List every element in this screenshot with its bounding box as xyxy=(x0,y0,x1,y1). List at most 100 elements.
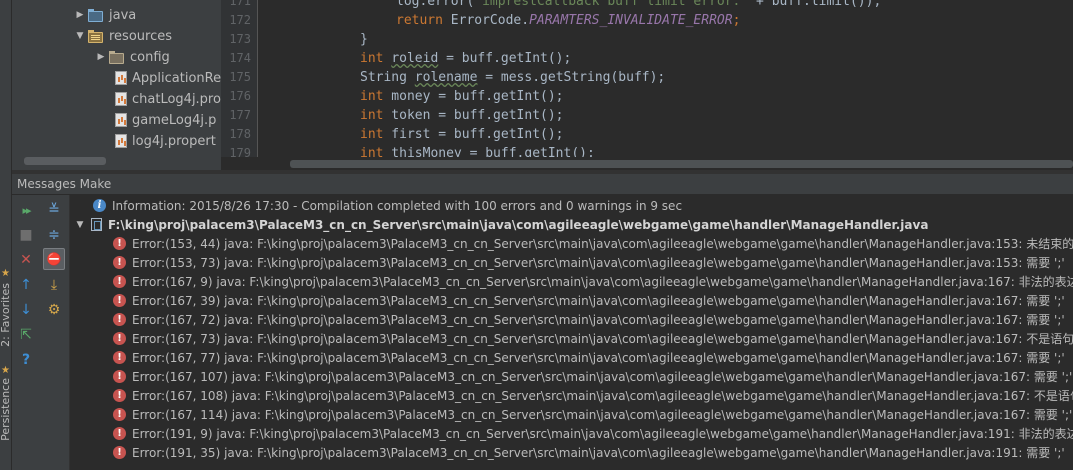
error-message[interactable]: ! Error:(153, 44) java: F:\king\proj\pala… xyxy=(113,234,1073,253)
error-icon: ! xyxy=(113,294,126,307)
folder-icon xyxy=(88,8,104,22)
code-editor[interactable]: log.error("imprestCallback buff limit er… xyxy=(258,0,1073,157)
code-text: + buff.limit()); xyxy=(748,0,882,9)
code-keyword: int xyxy=(360,108,384,123)
error-message[interactable]: ! Error:(167, 107) java: F:\king\proj\pal… xyxy=(113,367,1072,386)
code-constant: PARAMTERS_INVALIDATE_ERROR xyxy=(529,13,733,28)
error-message[interactable]: ! Error:(167, 39) java: F:\king\proj\pala… xyxy=(113,291,1065,310)
code-line: } xyxy=(360,30,368,49)
line-number: 174 xyxy=(229,51,251,65)
expand-all-icon: ≚ xyxy=(48,202,60,218)
error-icon: ! xyxy=(113,370,126,383)
error-message[interactable]: ! Error:(191, 35) java: F:\king\proj\pala… xyxy=(113,443,1065,462)
error-text: Error:(191, 35) java: F:\king\proj\palac… xyxy=(132,446,1065,460)
code-line: int roleid = buff.getInt(); xyxy=(360,49,571,68)
chevron-down-icon[interactable]: ▼ xyxy=(73,220,87,230)
line-number: 171 xyxy=(229,0,251,8)
code-keyword: return xyxy=(396,13,443,28)
expand-all-button[interactable]: ≚ xyxy=(43,199,65,221)
code-text: first = buff.getInt(); xyxy=(383,127,564,142)
error-icon: ! xyxy=(113,237,126,250)
export-icon: ⇱ xyxy=(20,327,32,343)
information-icon: i xyxy=(93,199,106,212)
export-button[interactable]: ⇱ xyxy=(15,324,37,346)
chevron-right-icon[interactable]: ▶ xyxy=(93,52,109,62)
tree-horizontal-scrollbar[interactable] xyxy=(24,157,106,165)
code-text: token = buff.getInt(); xyxy=(383,108,564,123)
tree-item-label: resources xyxy=(109,28,173,44)
tree-item-config[interactable]: ▶ config xyxy=(93,47,170,67)
show-warnings-toggle[interactable]: ⛔ xyxy=(43,248,65,270)
code-variable: rolename xyxy=(414,70,478,85)
info-message[interactable]: i Information: 2015/8/26 17:30 - Compila… xyxy=(93,196,682,215)
next-message-icon: ↓ xyxy=(20,302,32,318)
code-line: int token = buff.getInt(); xyxy=(360,106,564,125)
favorites-star-icon[interactable]: ★ xyxy=(1,268,10,279)
collapse-all-button[interactable]: ≑ xyxy=(43,224,65,246)
error-message[interactable]: ! Error:(167, 73) java: F:\king\proj\pala… xyxy=(113,329,1073,348)
code-text: log.error( xyxy=(396,0,475,9)
error-text: Error:(153, 44) java: F:\king\proj\palac… xyxy=(132,237,1073,251)
code-text: ; xyxy=(732,13,741,28)
error-text: Error:(167, 39) java: F:\king\proj\palac… xyxy=(132,294,1065,308)
error-text: Error:(167, 77) java: F:\king\proj\palac… xyxy=(132,351,1065,365)
error-message[interactable]: ! Error:(167, 108) java: F:\king\proj\pal… xyxy=(113,386,1073,405)
code-keyword: int xyxy=(360,51,384,66)
tree-item-chatlog4j[interactable]: chatLog4j.pro xyxy=(115,89,221,109)
previous-message-button[interactable]: ↑ xyxy=(15,274,37,296)
tree-item-resources[interactable]: ▼ resources xyxy=(72,26,172,46)
persistence-icon[interactable]: ★ xyxy=(1,365,10,376)
resources-folder-icon xyxy=(88,29,104,43)
close-button[interactable]: ✕ xyxy=(15,249,37,271)
error-text: Error:(167, 73) java: F:\king\proj\palac… xyxy=(132,332,1073,346)
chevron-right-icon[interactable]: ▶ xyxy=(72,10,88,20)
error-text: Error:(153, 73) java: F:\king\proj\palac… xyxy=(132,256,1065,270)
line-number: 177 xyxy=(229,108,251,122)
tree-item-gamelog4j[interactable]: gameLog4j.p xyxy=(115,110,216,130)
tree-item-label: gameLog4j.p xyxy=(132,112,217,128)
help-icon: ? xyxy=(21,352,31,368)
line-number: 173 xyxy=(229,32,251,46)
error-icon: ! xyxy=(113,446,126,459)
error-icon: ! xyxy=(113,427,126,440)
tree-item-log4j[interactable]: log4j.propert xyxy=(115,131,216,151)
properties-file-icon xyxy=(115,113,127,127)
file-path: F:\king\proj\palacem3\PalaceM3_cn_cn_Ser… xyxy=(108,217,929,232)
chevron-down-icon[interactable]: ▼ xyxy=(72,31,88,41)
error-message[interactable]: ! Error:(167, 9) java: F:\king\proj\palac… xyxy=(113,272,1073,291)
line-number: 178 xyxy=(229,127,251,141)
messages-list[interactable]: i Information: 2015/8/26 17:30 - Compila… xyxy=(71,195,1073,470)
next-message-button[interactable]: ↓ xyxy=(15,299,37,321)
code-keyword: int xyxy=(360,146,384,157)
code-text: = mess.getString(buff); xyxy=(477,70,666,85)
error-message[interactable]: ! Error:(167, 77) java: F:\king\proj\pala… xyxy=(113,348,1065,367)
autoscroll-icon: ⤓ xyxy=(50,277,58,293)
error-icon: ! xyxy=(113,351,126,364)
error-message[interactable]: ! Error:(167, 72) java: F:\king\proj\pala… xyxy=(113,310,1065,329)
editor-horizontal-scrollbar[interactable] xyxy=(258,157,1073,170)
show-warnings-icon: ⛔ xyxy=(46,252,62,266)
settings-button[interactable]: ⚙ xyxy=(43,299,65,321)
error-message[interactable]: ! Error:(153, 73) java: F:\king\proj\pala… xyxy=(113,253,1065,272)
stop-button[interactable]: ■ xyxy=(15,224,37,246)
error-icon: ! xyxy=(113,275,126,288)
properties-file-icon xyxy=(115,71,127,85)
scrollbar-thumb[interactable] xyxy=(290,160,1073,168)
autoscroll-button[interactable]: ⤓ xyxy=(43,274,65,296)
rerun-button[interactable]: ▸▸ xyxy=(15,199,37,221)
tree-item-application-properties[interactable]: ApplicationRe xyxy=(115,68,221,88)
error-icon: ! xyxy=(113,313,126,326)
help-button[interactable]: ? xyxy=(15,349,37,371)
code-keyword: int xyxy=(360,127,384,142)
file-node[interactable]: ▼ F:\king\proj\palacem3\PalaceM3_cn_cn_S… xyxy=(73,215,929,234)
error-text: Error:(167, 107) java: F:\king\proj\pala… xyxy=(132,370,1073,384)
folder-icon xyxy=(109,50,125,64)
line-number-gutter: 171 172 173 174 175 176 177 178 179 xyxy=(221,0,258,157)
code-line: String rolename = mess.getString(buff); xyxy=(360,68,665,87)
code-text: = buff.getInt(); xyxy=(438,51,572,66)
tree-item-java[interactable]: ▶ java xyxy=(72,5,137,25)
error-message[interactable]: ! Error:(191, 9) java: F:\king\proj\palac… xyxy=(113,424,1073,443)
error-icon: ! xyxy=(113,332,126,345)
code-line: int money = buff.getInt(); xyxy=(360,87,564,106)
error-message[interactable]: ! Error:(167, 114) java: F:\king\proj\pal… xyxy=(113,405,1072,424)
